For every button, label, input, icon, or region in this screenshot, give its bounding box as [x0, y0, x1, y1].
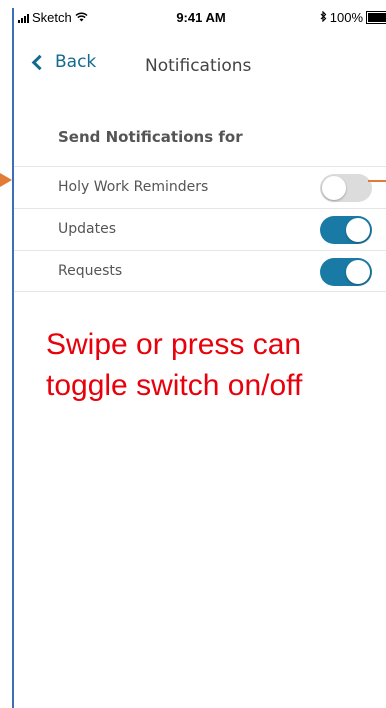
requests-toggle[interactable] — [320, 258, 372, 286]
settings-row-label: Holy Work Reminders — [58, 179, 209, 195]
settings-row-holy-work-reminders: Holy Work Reminders — [14, 166, 386, 208]
holy-work-reminders-toggle[interactable] — [320, 174, 372, 202]
toggle-knob — [346, 218, 370, 242]
status-bar: Sketch 9:41 AM 100% — [14, 8, 386, 30]
settings-row-updates: Updates — [14, 208, 386, 250]
chevron-left-icon — [31, 54, 48, 70]
battery-percent: 100% — [329, 10, 363, 25]
annotation-caption: Swipe or press can toggle switch on/off — [46, 328, 303, 402]
bluetooth-icon — [320, 10, 327, 25]
annotation-arrow-left — [0, 173, 12, 187]
page-title: Notifications — [145, 56, 252, 76]
settings-row-requests: Requests — [14, 250, 386, 292]
settings-row-label: Updates — [58, 221, 116, 237]
status-bar-right: 100% — [320, 10, 386, 25]
toggle-knob — [322, 176, 346, 200]
notification-settings-list: Holy Work Reminders Updates Requests — [14, 166, 386, 292]
updates-toggle[interactable] — [320, 216, 372, 244]
settings-row-label: Requests — [58, 263, 123, 279]
back-button-label: Back — [55, 52, 97, 72]
phone-screen: Sketch 9:41 AM 100% Back Notifications S… — [12, 8, 386, 708]
toggle-knob — [346, 260, 370, 284]
back-button[interactable]: Back — [31, 52, 97, 72]
battery-icon — [366, 11, 386, 24]
annotation-arrow-right — [368, 180, 386, 182]
navigation-bar: Back Notifications — [14, 46, 386, 86]
section-header: Send Notifications for — [58, 128, 243, 146]
